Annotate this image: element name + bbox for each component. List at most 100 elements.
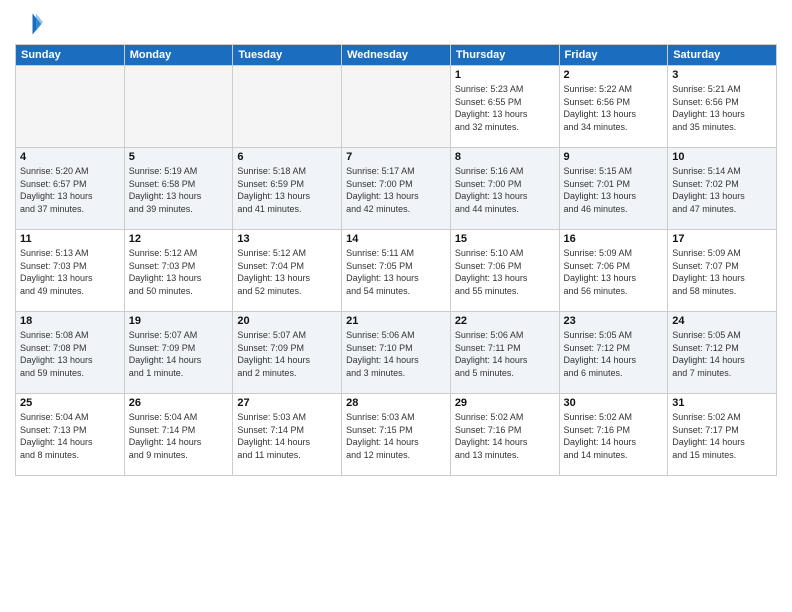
day-info: Sunrise: 5:20 AM Sunset: 6:57 PM Dayligh…: [20, 165, 120, 215]
day-number: 19: [129, 315, 229, 327]
day-info: Sunrise: 5:04 AM Sunset: 7:13 PM Dayligh…: [20, 411, 120, 461]
day-number: 6: [237, 151, 337, 163]
week-row-1: 1Sunrise: 5:23 AM Sunset: 6:55 PM Daylig…: [16, 66, 777, 148]
week-row-3: 11 Sunrise: 5:13 AM Sunset: 7:03 PM Dayli…: [16, 230, 777, 312]
day-cell: 28 Sunrise: 5:03 AM Sunset: 7:15 PM Dayli…: [342, 394, 451, 476]
weekday-header-sunday: Sunday: [16, 45, 125, 66]
day-info: Sunrise: 5:22 AM Sunset: 6:56 PM Dayligh…: [564, 83, 664, 133]
day-number: 22: [455, 315, 555, 327]
day-number: 10: [672, 151, 772, 163]
day-number: 29: [455, 397, 555, 409]
day-cell: 13 Sunrise: 5:12 AM Sunset: 7:04 PM Dayli…: [233, 230, 342, 312]
day-cell: 25Sunrise: 5:04 AM Sunset: 7:13 PM Dayli…: [16, 394, 125, 476]
day-number: 24: [672, 315, 772, 327]
day-cell: 8 Sunrise: 5:16 AM Sunset: 7:00 PM Daylig…: [450, 148, 559, 230]
weekday-header-monday: Monday: [124, 45, 233, 66]
day-number: 2: [564, 69, 664, 81]
weekday-header-row: SundayMondayTuesdayWednesdayThursdayFrid…: [16, 45, 777, 66]
day-info: Sunrise: 5:12 AM Sunset: 7:03 PM Dayligh…: [129, 247, 229, 297]
day-info: Sunrise: 5:12 AM Sunset: 7:04 PM Dayligh…: [237, 247, 337, 297]
day-number: 8: [455, 151, 555, 163]
day-info: Sunrise: 5:07 AM Sunset: 7:09 PM Dayligh…: [129, 329, 229, 379]
week-row-4: 18 Sunrise: 5:08 AM Sunset: 7:08 PM Dayli…: [16, 312, 777, 394]
day-info: Sunrise: 5:23 AM Sunset: 6:55 PM Dayligh…: [455, 83, 555, 133]
day-cell: 18 Sunrise: 5:08 AM Sunset: 7:08 PM Dayli…: [16, 312, 125, 394]
day-cell: 30 Sunrise: 5:02 AM Sunset: 7:16 PM Dayli…: [559, 394, 668, 476]
day-info: Sunrise: 5:02 AM Sunset: 7:16 PM Dayligh…: [455, 411, 555, 461]
day-info: Sunrise: 5:02 AM Sunset: 7:17 PM Dayligh…: [672, 411, 772, 461]
day-cell: 16 Sunrise: 5:09 AM Sunset: 7:06 PM Dayli…: [559, 230, 668, 312]
day-number: 28: [346, 397, 446, 409]
day-info: Sunrise: 5:09 AM Sunset: 7:06 PM Dayligh…: [564, 247, 664, 297]
day-number: 18: [20, 315, 120, 327]
page: SundayMondayTuesdayWednesdayThursdayFrid…: [0, 0, 792, 612]
day-number: 4: [20, 151, 120, 163]
day-cell: 5Sunrise: 5:19 AM Sunset: 6:58 PM Daylig…: [124, 148, 233, 230]
day-cell: 17 Sunrise: 5:09 AM Sunset: 7:07 PM Dayli…: [668, 230, 777, 312]
day-info: Sunrise: 5:05 AM Sunset: 7:12 PM Dayligh…: [564, 329, 664, 379]
day-info: Sunrise: 5:07 AM Sunset: 7:09 PM Dayligh…: [237, 329, 337, 379]
day-info: Sunrise: 5:21 AM Sunset: 6:56 PM Dayligh…: [672, 83, 772, 133]
day-number: 21: [346, 315, 446, 327]
header: [15, 10, 777, 38]
day-cell: 4 Sunrise: 5:20 AM Sunset: 6:57 PM Daylig…: [16, 148, 125, 230]
day-cell: 7Sunrise: 5:17 AM Sunset: 7:00 PM Daylig…: [342, 148, 451, 230]
day-number: 23: [564, 315, 664, 327]
day-cell: 2 Sunrise: 5:22 AM Sunset: 6:56 PM Daylig…: [559, 66, 668, 148]
logo: [15, 10, 47, 38]
day-info: Sunrise: 5:04 AM Sunset: 7:14 PM Dayligh…: [129, 411, 229, 461]
day-info: Sunrise: 5:17 AM Sunset: 7:00 PM Dayligh…: [346, 165, 446, 215]
day-info: Sunrise: 5:06 AM Sunset: 7:10 PM Dayligh…: [346, 329, 446, 379]
logo-icon: [15, 10, 43, 38]
day-info: Sunrise: 5:18 AM Sunset: 6:59 PM Dayligh…: [237, 165, 337, 215]
day-info: Sunrise: 5:10 AM Sunset: 7:06 PM Dayligh…: [455, 247, 555, 297]
weekday-header-saturday: Saturday: [668, 45, 777, 66]
day-cell: [342, 66, 451, 148]
day-info: Sunrise: 5:11 AM Sunset: 7:05 PM Dayligh…: [346, 247, 446, 297]
day-info: Sunrise: 5:02 AM Sunset: 7:16 PM Dayligh…: [564, 411, 664, 461]
day-cell: 21 Sunrise: 5:06 AM Sunset: 7:10 PM Dayli…: [342, 312, 451, 394]
day-number: 26: [129, 397, 229, 409]
day-info: Sunrise: 5:14 AM Sunset: 7:02 PM Dayligh…: [672, 165, 772, 215]
day-cell: 12Sunrise: 5:12 AM Sunset: 7:03 PM Dayli…: [124, 230, 233, 312]
day-number: 16: [564, 233, 664, 245]
day-info: Sunrise: 5:09 AM Sunset: 7:07 PM Dayligh…: [672, 247, 772, 297]
day-number: 9: [564, 151, 664, 163]
day-info: Sunrise: 5:05 AM Sunset: 7:12 PM Dayligh…: [672, 329, 772, 379]
weekday-header-thursday: Thursday: [450, 45, 559, 66]
day-cell: 24 Sunrise: 5:05 AM Sunset: 7:12 PM Dayli…: [668, 312, 777, 394]
day-info: Sunrise: 5:15 AM Sunset: 7:01 PM Dayligh…: [564, 165, 664, 215]
day-info: Sunrise: 5:06 AM Sunset: 7:11 PM Dayligh…: [455, 329, 555, 379]
day-info: Sunrise: 5:03 AM Sunset: 7:14 PM Dayligh…: [237, 411, 337, 461]
day-cell: 19 Sunrise: 5:07 AM Sunset: 7:09 PM Dayli…: [124, 312, 233, 394]
calendar-table: SundayMondayTuesdayWednesdayThursdayFrid…: [15, 44, 777, 476]
day-cell: 9 Sunrise: 5:15 AM Sunset: 7:01 PM Daylig…: [559, 148, 668, 230]
day-number: 20: [237, 315, 337, 327]
week-row-5: 25Sunrise: 5:04 AM Sunset: 7:13 PM Dayli…: [16, 394, 777, 476]
day-number: 31: [672, 397, 772, 409]
day-cell: 6 Sunrise: 5:18 AM Sunset: 6:59 PM Daylig…: [233, 148, 342, 230]
weekday-header-friday: Friday: [559, 45, 668, 66]
day-cell: 10 Sunrise: 5:14 AM Sunset: 7:02 PM Dayli…: [668, 148, 777, 230]
day-cell: [16, 66, 125, 148]
day-number: 13: [237, 233, 337, 245]
day-info: Sunrise: 5:13 AM Sunset: 7:03 PM Dayligh…: [20, 247, 120, 297]
weekday-header-tuesday: Tuesday: [233, 45, 342, 66]
day-cell: 15Sunrise: 5:10 AM Sunset: 7:06 PM Dayli…: [450, 230, 559, 312]
day-cell: 3 Sunrise: 5:21 AM Sunset: 6:56 PM Daylig…: [668, 66, 777, 148]
day-info: Sunrise: 5:03 AM Sunset: 7:15 PM Dayligh…: [346, 411, 446, 461]
day-cell: 20 Sunrise: 5:07 AM Sunset: 7:09 PM Dayli…: [233, 312, 342, 394]
day-number: 11: [20, 233, 120, 245]
day-info: Sunrise: 5:16 AM Sunset: 7:00 PM Dayligh…: [455, 165, 555, 215]
day-number: 30: [564, 397, 664, 409]
day-cell: 26 Sunrise: 5:04 AM Sunset: 7:14 PM Dayli…: [124, 394, 233, 476]
day-cell: 1Sunrise: 5:23 AM Sunset: 6:55 PM Daylig…: [450, 66, 559, 148]
day-cell: 11 Sunrise: 5:13 AM Sunset: 7:03 PM Dayli…: [16, 230, 125, 312]
day-number: 3: [672, 69, 772, 81]
day-cell: 23 Sunrise: 5:05 AM Sunset: 7:12 PM Dayli…: [559, 312, 668, 394]
day-number: 17: [672, 233, 772, 245]
day-cell: [233, 66, 342, 148]
day-cell: 27Sunrise: 5:03 AM Sunset: 7:14 PM Dayli…: [233, 394, 342, 476]
day-info: Sunrise: 5:08 AM Sunset: 7:08 PM Dayligh…: [20, 329, 120, 379]
day-number: 5: [129, 151, 229, 163]
